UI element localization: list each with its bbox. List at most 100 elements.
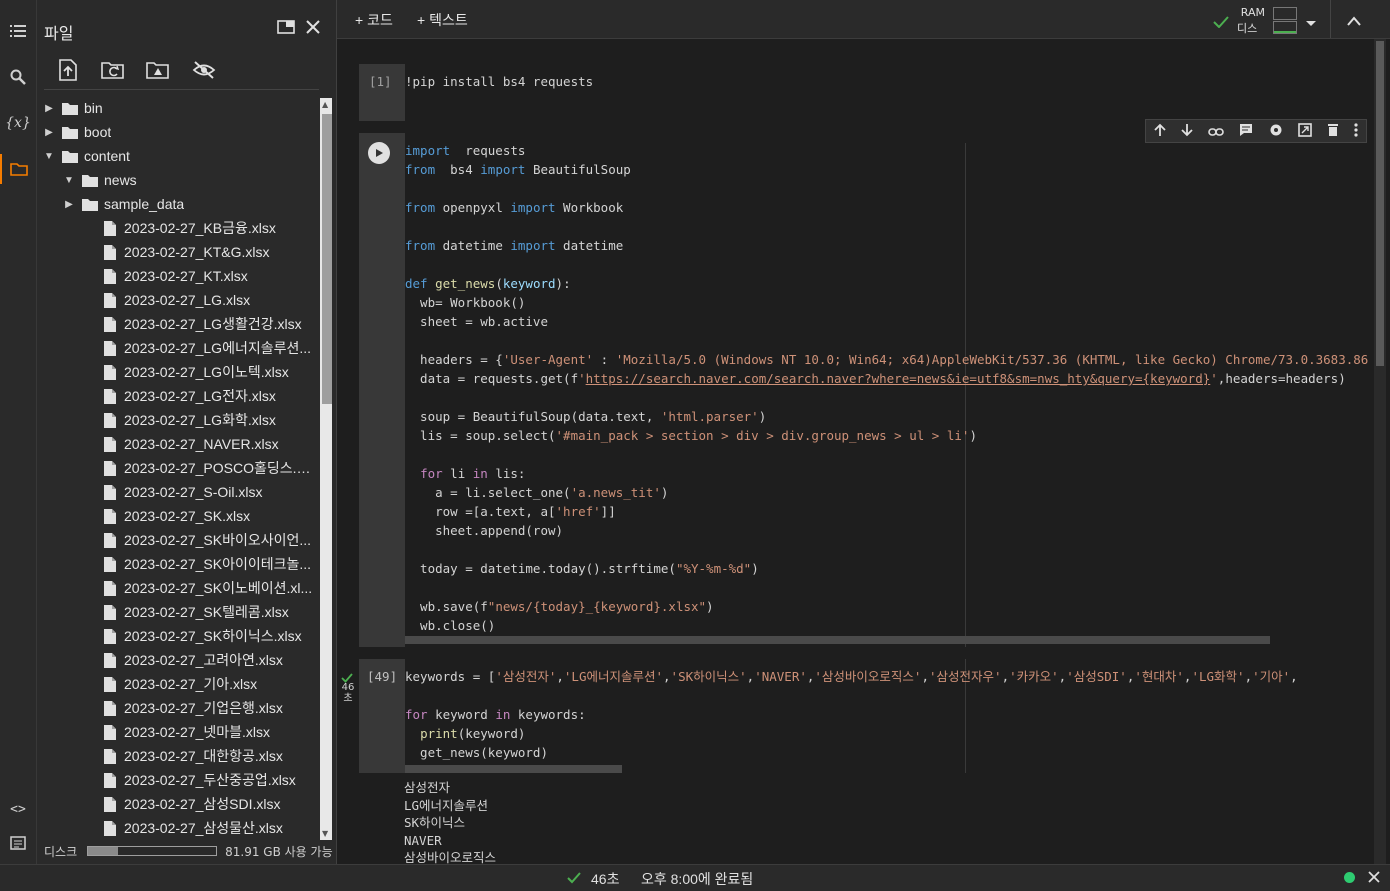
scroll-down-arrow[interactable]: ▼	[322, 829, 328, 838]
toc-icon[interactable]	[0, 16, 36, 46]
tree-file[interactable]: 2023-02-27_두산중공업.xlsx	[37, 768, 319, 792]
tree-file[interactable]: 2023-02-27_S-Oil.xlsx	[37, 480, 319, 504]
folder-icon	[61, 124, 79, 140]
chevron-down-icon[interactable]	[1305, 13, 1317, 32]
move-up-icon[interactable]	[1153, 122, 1166, 141]
terminal-icon[interactable]	[0, 828, 36, 858]
tree-file[interactable]: 2023-02-27_NAVER.xlsx	[37, 432, 319, 456]
cell-exec-time: 46 초	[341, 682, 355, 704]
resource-monitor[interactable]: RAM 디스크	[1237, 5, 1307, 51]
link-icon[interactable]	[1208, 122, 1224, 141]
chevron-right-icon[interactable]: ▶	[63, 198, 75, 210]
tree-item-label: 2023-02-27_삼성물산.xlsx	[124, 820, 283, 836]
chevron-right-icon[interactable]: ▶	[43, 102, 55, 114]
hide-files-icon[interactable]	[191, 57, 217, 83]
chevron-down-icon[interactable]: ▼	[63, 174, 75, 186]
tree-file[interactable]: 2023-02-27_KT.xlsx	[37, 264, 319, 288]
search-icon[interactable]	[0, 62, 36, 92]
code-snippets-icon[interactable]: <>	[0, 794, 36, 824]
code-cell-2[interactable]: import requests from bs4 import Beautiful…	[359, 133, 1369, 647]
more-options-icon[interactable]	[1354, 122, 1358, 141]
code-editor[interactable]: import requests from bs4 import Beautiful…	[405, 133, 1369, 647]
code-cell-1[interactable]: [1] !pip install bs4 requests	[359, 64, 1369, 121]
tree-file[interactable]: 2023-02-27_삼성SDI.xlsx	[37, 792, 319, 816]
tree-item-label: 2023-02-27_SK하이닉스.xlsx	[124, 628, 302, 644]
tree-file[interactable]: 2023-02-27_SK하이닉스.xlsx	[37, 624, 319, 648]
code-editor[interactable]: keywords = ['삼성전자','LG에너지솔루션','SK하이닉스','…	[405, 659, 1369, 773]
close-icon[interactable]	[302, 16, 324, 38]
file-icon	[101, 340, 119, 356]
horizontal-scrollbar[interactable]	[405, 636, 1270, 644]
tree-file[interactable]: 2023-02-27_넷마블.xlsx	[37, 720, 319, 744]
tree-folder[interactable]: ▶ sample_data	[37, 192, 319, 216]
tree-item-label: 2023-02-27_SK아이이테크놀...	[124, 556, 312, 572]
upload-file-icon[interactable]	[55, 57, 81, 83]
file-tree-scrollbar[interactable]: ▲ ▼	[320, 98, 332, 840]
tree-file[interactable]: 2023-02-27_LG.xlsx	[37, 288, 319, 312]
disk-meter	[1273, 21, 1297, 34]
tree-file[interactable]: 2023-02-27_삼성물산.xlsx	[37, 816, 319, 840]
execution-count: [49]	[367, 669, 398, 684]
add-text-button[interactable]: + 텍스트	[417, 10, 468, 30]
move-down-icon[interactable]	[1181, 122, 1193, 141]
tree-file[interactable]: 2023-02-27_KT&G.xlsx	[37, 240, 319, 264]
tree-file[interactable]: 2023-02-27_LG생활건강.xlsx	[37, 312, 319, 336]
close-status-icon[interactable]	[1368, 870, 1380, 886]
scroll-up-arrow[interactable]: ▲	[322, 100, 328, 109]
tree-file[interactable]: 2023-02-27_고려아연.xlsx	[37, 648, 319, 672]
folder-icon[interactable]	[0, 154, 36, 184]
file-icon	[101, 676, 119, 692]
run-cell-button[interactable]	[368, 142, 390, 164]
add-code-button[interactable]: + 코드	[355, 10, 393, 30]
scroll-thumb[interactable]	[322, 114, 332, 404]
tree-item-label: 2023-02-27_LG생활건강.xlsx	[124, 316, 302, 332]
tree-item-label: sample_data	[104, 196, 185, 212]
mount-drive-icon[interactable]	[145, 57, 171, 83]
tree-file[interactable]: 2023-02-27_LG화학.xlsx	[37, 408, 319, 432]
file-icon	[101, 460, 119, 476]
chevron-right-icon[interactable]: ▶	[43, 126, 55, 138]
tree-folder[interactable]: ▼ news	[37, 168, 319, 192]
tree-file[interactable]: 2023-02-27_KB금융.xlsx	[37, 216, 319, 240]
collapse-toolbar-icon[interactable]	[1347, 12, 1361, 31]
horizontal-scrollbar[interactable]	[405, 765, 622, 773]
refresh-folder-icon[interactable]	[100, 57, 126, 83]
ram-label: RAM	[1240, 6, 1265, 19]
tree-folder[interactable]: ▶ bin	[37, 96, 319, 120]
code-line: from bs4 import BeautifulSoup	[405, 162, 631, 177]
tree-folder[interactable]: ▼ content	[37, 144, 319, 168]
variables-icon[interactable]: {x}	[0, 108, 36, 138]
tree-file[interactable]: 2023-02-27_SK바이오사이언...	[37, 528, 319, 552]
tree-file[interactable]: 2023-02-27_SK텔레콤.xlsx	[37, 600, 319, 624]
tree-file[interactable]: 2023-02-27_SK이노베이션.xl...	[37, 576, 319, 600]
disk-usage: 디스크 81.91 GB 사용 가능	[44, 843, 333, 859]
tree-file[interactable]: 2023-02-27_POSCO홀딩스.xl...	[37, 456, 319, 480]
mirror-cell-icon[interactable]	[1298, 122, 1312, 141]
expand-panel-icon[interactable]	[275, 16, 297, 38]
code-editor[interactable]: !pip install bs4 requests	[405, 64, 1369, 121]
tree-file[interactable]: 2023-02-27_대한항공.xlsx	[37, 744, 319, 768]
delete-icon[interactable]	[1327, 122, 1339, 141]
code-cell-3[interactable]: keywords = ['삼성전자','LG에너지솔루션','SK하이닉스','…	[359, 659, 1369, 773]
chevron-down-icon[interactable]: ▼	[43, 150, 55, 162]
tree-folder[interactable]: ▶ boot	[37, 120, 319, 144]
tree-file[interactable]: 2023-02-27_SK아이이테크놀...	[37, 552, 319, 576]
notebook-scrollbar[interactable]	[1374, 39, 1386, 864]
gear-icon[interactable]	[1269, 122, 1283, 141]
scroll-thumb[interactable]	[1376, 41, 1384, 366]
code-line: headers = {'User-Agent' : 'Mozilla/5.0 (…	[405, 352, 1369, 367]
tree-file[interactable]: 2023-02-27_기아.xlsx	[37, 672, 319, 696]
tree-file[interactable]: 2023-02-27_SK.xlsx	[37, 504, 319, 528]
tree-file[interactable]: 2023-02-27_LG전자.xlsx	[37, 384, 319, 408]
tree-file[interactable]: 2023-02-27_기업은행.xlsx	[37, 696, 319, 720]
tree-file[interactable]: 2023-02-27_LG에너지솔루션...	[37, 336, 319, 360]
comment-icon[interactable]	[1239, 122, 1253, 141]
tree-file[interactable]: 2023-02-27_LG이노텍.xlsx	[37, 360, 319, 384]
